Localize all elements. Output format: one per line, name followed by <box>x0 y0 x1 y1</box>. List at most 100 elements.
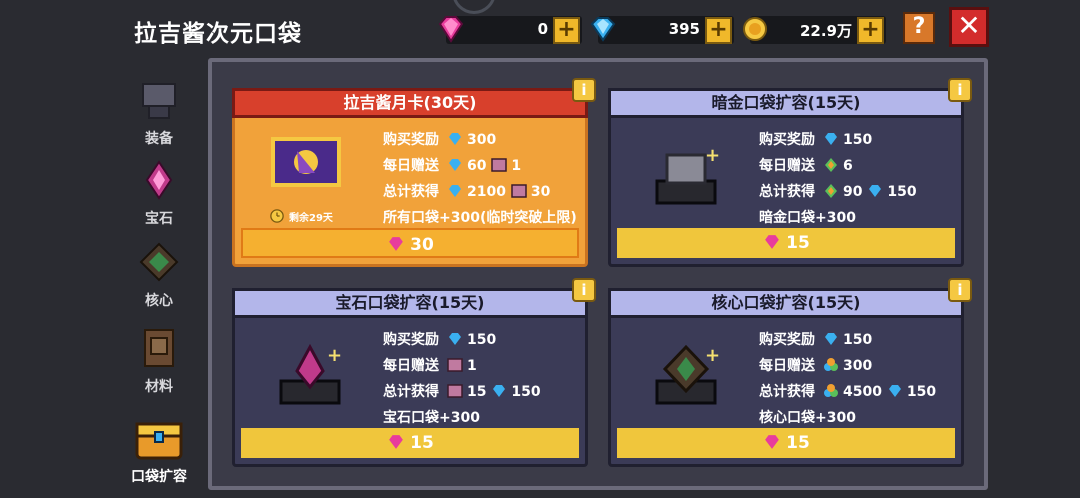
sidebar-item-core[interactable]: 核心 <box>124 240 194 310</box>
stat-label: 总计获得 <box>759 184 815 200</box>
monthly-card: 拉吉酱月卡(30天) i 剩余29天 购买奖励 300 每日赠送 60 1 总计获得… <box>232 78 596 267</box>
add-gold-button[interactable]: + <box>857 17 884 44</box>
sidebar-item-gem[interactable]: 宝石 <box>124 158 194 228</box>
stat-value: 6 <box>843 158 853 174</box>
stat-row: 总计获得 90 150 <box>759 181 917 201</box>
stat-row: 每日赠送 1 <box>383 355 477 375</box>
material-icon <box>144 329 174 367</box>
pink-gem-count: 0 <box>537 20 548 38</box>
stat-value: 150 <box>906 384 937 400</box>
gold-count: 22.9万 <box>799 22 852 40</box>
info-icon[interactable]: i <box>948 278 972 302</box>
buy-button[interactable]: 30 <box>241 228 579 258</box>
card-title: 拉吉酱月卡(30天) <box>232 88 588 118</box>
stat-label: 每日赠送 <box>759 358 815 374</box>
card-title: 暗金口袋扩容(15天) <box>608 88 964 118</box>
blue-diamond-icon <box>869 185 882 197</box>
pink-gem-icon <box>389 237 404 251</box>
sidebar-item-label: 装备 <box>145 131 173 147</box>
ticket-chest-icon <box>491 158 508 172</box>
dark-gold-pocket-card: 暗金口袋扩容(15天) i + 购买奖励 150 每日赠送 6 总计获得 90 150… <box>608 78 972 267</box>
game-screen: 拉吉酱次元口袋 0 + 395 + 22.9万 + ? ✕ 装备 宝石 核心 材… <box>0 0 1080 498</box>
buy-button[interactable]: 15 <box>617 428 955 458</box>
stat-row: 总计获得 15 150 <box>383 381 541 401</box>
card-note: 所有口袋+300(临时突破上限) <box>383 210 577 226</box>
remaining-days: 剩余29天 <box>269 209 333 224</box>
stat-value: 300 <box>843 358 873 374</box>
stat-value: 150 <box>467 332 497 348</box>
diamond-count: 395 <box>668 20 700 38</box>
stat-value: 30 <box>530 184 551 200</box>
price-value: 15 <box>786 433 810 453</box>
stat-value: 90 <box>843 184 863 200</box>
blue-diamond-icon <box>493 385 506 397</box>
stat-value: 1 <box>511 158 522 174</box>
stat-row: 购买奖励 300 <box>383 129 496 149</box>
info-icon[interactable]: i <box>572 78 596 102</box>
equipment-icon <box>142 83 176 119</box>
add-pink-gem-button[interactable]: + <box>553 17 580 44</box>
sidebar-item-label: 宝石 <box>145 211 173 227</box>
core-pocket-art-icon: + <box>655 344 720 405</box>
remaining-days-text: 剩余29天 <box>289 213 333 224</box>
stat-value: 4500 <box>843 384 882 400</box>
stat-value: 60 <box>467 158 487 174</box>
pink-gem-icon <box>765 435 780 449</box>
sidebar-item-material[interactable]: 材料 <box>124 326 194 396</box>
stat-label: 总计获得 <box>759 384 815 400</box>
sidebar-item-label: 口袋扩容 <box>131 469 187 485</box>
stat-value: 150 <box>843 332 873 348</box>
stat-value: 150 <box>843 132 873 148</box>
top-ring-decoration <box>452 0 496 14</box>
stat-label: 总计获得 <box>383 184 439 200</box>
card-title: 宝石口袋扩容(15天) <box>232 288 588 318</box>
ticket-chest-icon <box>511 184 527 198</box>
stat-row: 总计获得 4500 150 <box>759 381 936 401</box>
svg-text:+: + <box>705 145 720 166</box>
gold-coin-icon <box>743 17 767 41</box>
add-diamond-button[interactable]: + <box>705 17 732 44</box>
blue-diamond-icon <box>825 333 837 345</box>
buy-button[interactable]: 15 <box>241 428 579 458</box>
buy-button[interactable]: 15 <box>617 228 955 258</box>
blue-diamond-icon <box>888 385 901 397</box>
stat-row: 每日赠送 6 <box>759 155 853 175</box>
sidebar-item-equipment[interactable]: 装备 <box>124 78 194 148</box>
svg-text:+: + <box>705 345 720 366</box>
stat-value: 150 <box>887 184 917 200</box>
gem-icon <box>145 160 173 200</box>
blue-diamond-icon <box>825 133 837 145</box>
pink-gem-icon <box>389 435 404 449</box>
gold-currency: 22.9万 + <box>743 16 886 44</box>
stat-label: 总计获得 <box>383 384 439 400</box>
core-orb-icon <box>824 384 838 397</box>
page-title: 拉吉酱次元口袋 <box>134 21 302 47</box>
stat-label: 每日赠送 <box>383 358 439 374</box>
stat-label: 每日赠送 <box>759 158 815 174</box>
price-value: 15 <box>410 433 434 453</box>
info-icon[interactable]: i <box>572 278 596 302</box>
stat-value: 1 <box>467 358 477 374</box>
stat-value: 2100 <box>467 184 506 200</box>
dark-gold-pocket-art-icon: + <box>655 145 720 205</box>
close-button[interactable]: ✕ <box>949 7 989 47</box>
shop-panel: 拉吉酱月卡(30天) i 剩余29天 购买奖励 300 每日赠送 60 1 总计获得… <box>208 58 988 490</box>
core-orb-icon <box>824 358 838 371</box>
stat-value: 150 <box>511 384 541 400</box>
multicolor-crystal-icon <box>825 158 837 172</box>
help-button[interactable]: ? <box>903 12 935 44</box>
info-icon[interactable]: i <box>948 78 972 102</box>
card-note: 核心口袋+300 <box>759 410 856 426</box>
stat-value: 15 <box>467 384 487 400</box>
stat-label: 购买奖励 <box>383 332 439 348</box>
diamond-currency: 395 + <box>590 16 734 44</box>
price-value: 30 <box>410 235 434 255</box>
sidebar-item-pocket-expand[interactable]: 口袋扩容 <box>124 410 194 486</box>
blue-diamond-icon <box>449 185 461 197</box>
pink-gem-icon <box>765 235 780 249</box>
monthly-card-art-icon <box>271 137 341 187</box>
blue-diamond-icon <box>449 133 461 145</box>
stat-row: 每日赠送 300 <box>759 355 872 375</box>
core-pocket-card: 核心口袋扩容(15天) i + 购买奖励 150 每日赠送 300 总计获得 4500… <box>608 278 972 467</box>
stat-row: 购买奖励 150 <box>759 329 872 349</box>
